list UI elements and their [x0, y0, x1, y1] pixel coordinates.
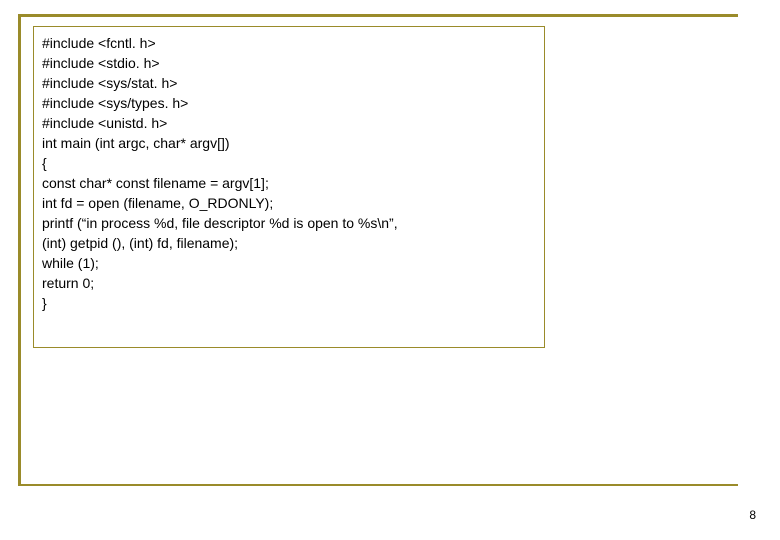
code-line: int fd = open (filename, O_RDONLY);	[42, 193, 536, 213]
code-line: const char* const filename = argv[1];	[42, 173, 536, 193]
code-line: printf (“in process %d, file descriptor …	[42, 213, 536, 233]
code-line: }	[42, 293, 536, 313]
page-number: 8	[749, 508, 756, 522]
code-line: return 0;	[42, 273, 536, 293]
code-line: #include <unistd. h>	[42, 113, 536, 133]
code-line: #include <sys/types. h>	[42, 93, 536, 113]
code-line: while (1);	[42, 253, 536, 273]
code-line: #include <fcntl. h>	[42, 33, 536, 53]
code-line: (int) getpid (), (int) fd, filename);	[42, 233, 536, 253]
code-line: #include <stdio. h>	[42, 53, 536, 73]
code-line: {	[42, 153, 536, 173]
code-line: #include <sys/stat. h>	[42, 73, 536, 93]
code-line: int main (int argc, char* argv[])	[42, 133, 536, 153]
code-block: #include <fcntl. h> #include <stdio. h> …	[33, 26, 545, 348]
